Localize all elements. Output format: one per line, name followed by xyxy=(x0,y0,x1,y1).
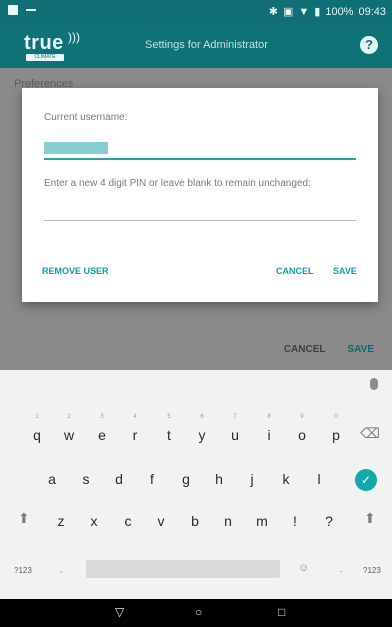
app-bar: true ))) CLIMATE Settings for Administra… xyxy=(0,24,392,68)
back-icon[interactable]: ▽ xyxy=(115,605,124,619)
key-x[interactable]: x xyxy=(80,507,108,535)
bluetooth-icon: ✱ xyxy=(268,6,278,18)
key-v[interactable]: v xyxy=(147,507,175,535)
home-icon[interactable]: ○ xyxy=(195,605,202,619)
pin-input[interactable] xyxy=(44,220,356,221)
remove-user-button[interactable]: REMOVE USER xyxy=(42,266,109,276)
signal-waves-icon: ))) xyxy=(68,30,80,44)
clock: 09:43 xyxy=(358,5,386,18)
key-e[interactable]: e xyxy=(88,421,116,449)
background-cancel-button[interactable]: CANCEL xyxy=(284,344,326,355)
edit-user-dialog: Current username: Enter a new 4 digit PI… xyxy=(22,88,378,302)
key-hint: 4 xyxy=(133,414,137,420)
key-j[interactable]: j xyxy=(238,465,266,493)
save-button[interactable]: SAVE xyxy=(333,266,357,276)
background-actions: CANCEL SAVE xyxy=(284,344,374,355)
key-k[interactable]: k xyxy=(272,465,300,493)
wifi-icon: ▼ xyxy=(298,5,310,18)
help-icon[interactable]: ? xyxy=(360,36,378,54)
key-y[interactable]: y xyxy=(188,421,216,449)
key-q[interactable]: q xyxy=(23,421,51,449)
soft-keyboard: 1 2 3 4 5 6 7 8 9 0 q w e r t y u i o p … xyxy=(0,370,392,599)
key-o[interactable]: o xyxy=(288,421,316,449)
key-hint: 8 xyxy=(267,414,271,420)
microphone-icon[interactable] xyxy=(370,378,378,390)
enter-check-icon[interactable]: ✓ xyxy=(355,469,377,491)
key-p[interactable]: p xyxy=(322,421,350,449)
status-left-icons xyxy=(8,5,36,15)
recents-icon[interactable]: □ xyxy=(278,605,285,619)
key-r[interactable]: r xyxy=(121,421,149,449)
backspace-icon[interactable]: ⌫ xyxy=(356,419,384,447)
key-g[interactable]: g xyxy=(172,465,200,493)
key-s[interactable]: s xyxy=(72,465,100,493)
key-hint: 0 xyxy=(334,414,338,420)
page-title: Settings for Administrator xyxy=(145,39,268,51)
shift-left-icon[interactable]: ⬆ xyxy=(18,510,30,527)
symbols-key-right[interactable]: ?123 xyxy=(363,566,381,575)
key-d[interactable]: d xyxy=(105,465,133,493)
key-a[interactable]: a xyxy=(38,465,66,493)
key-f[interactable]: f xyxy=(138,465,166,493)
battery-icon: ▮ xyxy=(314,6,321,18)
system-nav-bar: ▽ ○ □ xyxy=(0,599,392,627)
key-i[interactable]: i xyxy=(255,421,283,449)
key-b[interactable]: b xyxy=(181,507,209,535)
background-save-button[interactable]: SAVE xyxy=(348,344,375,355)
cancel-button[interactable]: CANCEL xyxy=(276,266,314,276)
period-key[interactable]: . xyxy=(340,565,342,574)
key-hint: 6 xyxy=(200,414,204,420)
key-hint: 5 xyxy=(167,414,171,420)
symbols-key[interactable]: ?123 xyxy=(14,566,32,575)
shift-right-icon[interactable]: ⬆ xyxy=(364,510,376,527)
logo-text: true xyxy=(24,32,64,54)
battery-percent: 100% xyxy=(325,5,354,18)
logo-subtitle: CLIMATE xyxy=(26,54,64,61)
vibrate-icon: ▣ xyxy=(282,6,294,18)
space-bar[interactable] xyxy=(86,560,280,578)
text-selection-highlight xyxy=(44,142,108,154)
emoji-icon[interactable]: ☺ xyxy=(298,562,309,574)
key-t[interactable]: t xyxy=(155,421,183,449)
key-h[interactable]: h xyxy=(205,465,233,493)
username-input[interactable] xyxy=(44,140,356,160)
true-logo: true ))) CLIMATE xyxy=(24,30,86,62)
key-n[interactable]: n xyxy=(214,507,242,535)
current-username-label: Current username: xyxy=(44,112,128,123)
key-z[interactable]: z xyxy=(47,507,75,535)
key-hint: 2 xyxy=(67,414,71,420)
pin-label: Enter a new 4 digit PIN or leave blank t… xyxy=(44,178,311,189)
notification-icon xyxy=(8,5,18,15)
key-question[interactable]: ? xyxy=(315,507,343,535)
key-w[interactable]: w xyxy=(55,421,83,449)
status-right-icons: ✱ ▣ ▼ ▮ 100% 09:43 xyxy=(268,5,386,19)
key-u[interactable]: u xyxy=(221,421,249,449)
key-exclamation[interactable]: ! xyxy=(281,507,309,535)
key-l[interactable]: l xyxy=(305,465,333,493)
minus-icon xyxy=(26,9,36,11)
status-bar: ✱ ▣ ▼ ▮ 100% 09:43 xyxy=(0,0,392,24)
key-c[interactable]: c xyxy=(114,507,142,535)
key-hint: 3 xyxy=(100,414,104,420)
comma-key[interactable]: , xyxy=(60,565,62,574)
key-hint: 1 xyxy=(35,414,39,420)
key-m[interactable]: m xyxy=(248,507,276,535)
key-hint: 7 xyxy=(233,414,237,420)
key-hint: 9 xyxy=(300,414,304,420)
